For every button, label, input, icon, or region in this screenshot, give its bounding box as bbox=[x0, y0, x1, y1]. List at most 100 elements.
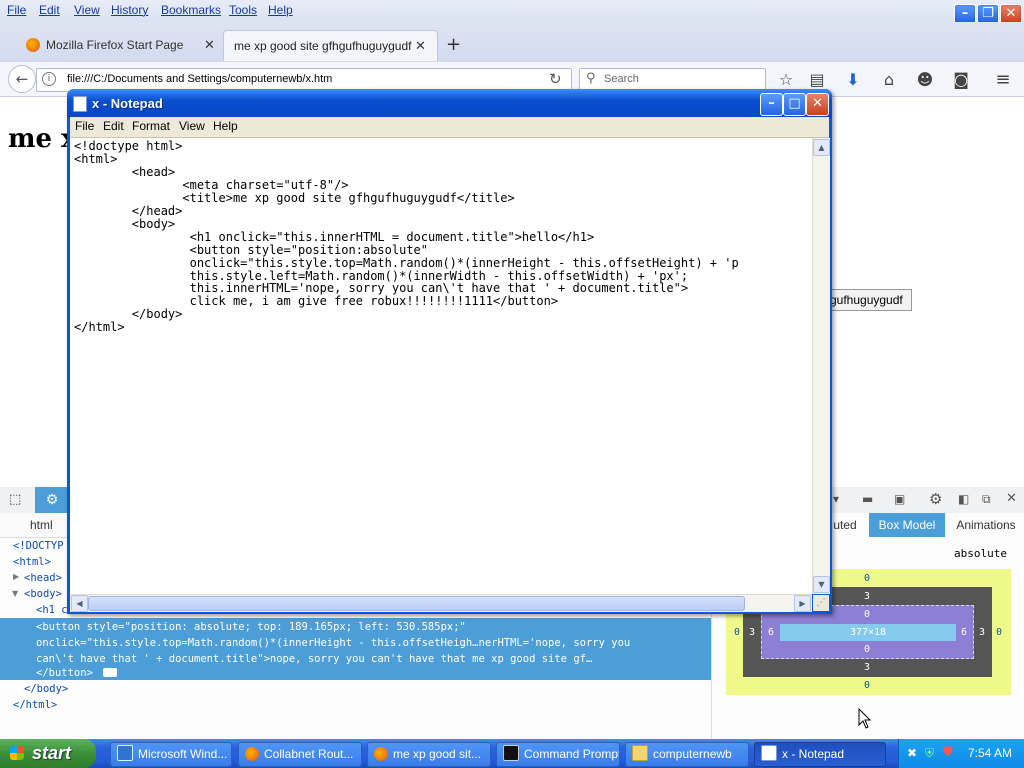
tab-start-page[interactable]: Mozilla Firefox Start Page ✕ bbox=[16, 30, 221, 60]
hamburger-menu-icon[interactable]: ≡ bbox=[992, 69, 1014, 91]
reload-icon[interactable]: ↻ bbox=[549, 70, 562, 88]
close-icon[interactable]: ✕ bbox=[204, 37, 215, 53]
markup-line: onclick="this.style.top=Math.random()*(i… bbox=[36, 637, 631, 649]
menu-help[interactable]: Help bbox=[268, 3, 293, 17]
tab-label: me xp good site gfhgufhuguygudf bbox=[234, 39, 412, 53]
markup-line[interactable]: </html> bbox=[13, 699, 57, 711]
menu-history[interactable]: History bbox=[111, 3, 148, 17]
horizontal-scroll-thumb[interactable] bbox=[88, 596, 745, 611]
resize-grip-icon[interactable]: ⋰ bbox=[813, 595, 829, 611]
margin-right-value: 0 bbox=[995, 627, 1003, 638]
taskbar-item[interactable]: Collabnet Rout... bbox=[238, 742, 362, 767]
border-right-value: 3 bbox=[978, 627, 986, 638]
expand-arrow-icon[interactable]: ▼ bbox=[12, 589, 18, 598]
markup-line[interactable]: <head> bbox=[24, 572, 62, 584]
network-icon[interactable]: ✖ bbox=[907, 746, 917, 760]
notepad-maximize-button[interactable]: □ bbox=[783, 93, 806, 116]
reading-list-icon[interactable]: ▤ bbox=[806, 69, 828, 91]
collapse-arrow-icon[interactable]: ▶ bbox=[13, 572, 19, 581]
menu-file[interactable]: File bbox=[7, 3, 26, 17]
taskbar-item-label: Collabnet Rout... bbox=[264, 747, 354, 761]
pick-element-icon[interactable]: ⬚ bbox=[9, 492, 21, 507]
taskbar-item-active[interactable]: x - Notepad bbox=[754, 742, 886, 767]
taskbar-item[interactable]: Microsoft Wind... bbox=[110, 742, 232, 767]
menu-tools[interactable]: Tools bbox=[229, 3, 257, 17]
back-arrow-icon[interactable]: ← bbox=[8, 65, 36, 93]
new-tab-plus-icon[interactable]: + bbox=[446, 34, 461, 55]
security-icon[interactable]: ⛨ bbox=[925, 746, 934, 761]
start-button[interactable]: start bbox=[0, 739, 96, 768]
search-placeholder: Search bbox=[604, 73, 639, 85]
notepad-menu-format[interactable]: Format bbox=[132, 119, 170, 133]
home-icon[interactable]: ⌂ bbox=[878, 69, 900, 91]
windows-logo-icon bbox=[10, 746, 24, 760]
border-left-value: 3 bbox=[748, 627, 756, 638]
tab-animations[interactable]: Animations bbox=[948, 513, 1024, 537]
position-value: absolute bbox=[954, 547, 1007, 560]
url-text: file:///C:/Documents and Settings/comput… bbox=[67, 73, 333, 85]
scroll-up-icon[interactable]: ▲ bbox=[813, 139, 830, 156]
markup-line[interactable]: <body> bbox=[24, 588, 62, 600]
firefox-logo-icon bbox=[374, 747, 388, 761]
pocket-icon[interactable]: ◙ bbox=[950, 69, 972, 91]
notepad-vertical-scrollbar[interactable]: ▲ ▼ bbox=[812, 138, 830, 594]
dock-side-icon[interactable]: ◧ bbox=[958, 492, 969, 506]
tab-label: Mozilla Firefox Start Page bbox=[46, 38, 184, 52]
info-icon[interactable]: i bbox=[42, 72, 56, 86]
taskbar-item-label: Command Prompt bbox=[524, 747, 620, 761]
mouse-cursor-icon bbox=[858, 708, 872, 729]
shield-icon[interactable]: ⛊ bbox=[943, 745, 953, 760]
settings-gear-icon[interactable]: ⚙ bbox=[929, 490, 942, 508]
split-console-icon[interactable]: ▬ bbox=[862, 492, 873, 506]
menu-edit[interactable]: Edit bbox=[39, 3, 60, 17]
scroll-right-icon[interactable]: ▶ bbox=[794, 595, 811, 612]
dock-icon[interactable]: ▾ bbox=[833, 492, 839, 506]
firefox-minimize-button[interactable]: – bbox=[954, 4, 976, 24]
scroll-down-icon[interactable]: ▼ bbox=[813, 576, 830, 593]
markup-line[interactable]: </body> bbox=[24, 683, 68, 695]
taskbar-item[interactable]: computernewb bbox=[625, 742, 749, 767]
firefox-tabbar: Mozilla Firefox Start Page ✕ me xp good … bbox=[0, 22, 1024, 62]
notepad-titlebar[interactable] bbox=[67, 89, 832, 118]
notepad-menu-edit[interactable]: Edit bbox=[103, 119, 124, 133]
breadcrumb-html[interactable]: html bbox=[30, 518, 53, 532]
free-robux-button[interactable]: gufhuguygudf bbox=[830, 289, 912, 311]
notepad-close-button[interactable]: ✕ bbox=[806, 93, 829, 116]
close-icon[interactable]: ✕ bbox=[1006, 491, 1017, 506]
screenshot-icon[interactable]: ▣ bbox=[894, 492, 905, 506]
event-badge-icon[interactable] bbox=[103, 668, 117, 677]
separate-window-icon[interactable]: ⧉ bbox=[982, 492, 991, 507]
notepad-horizontal-scrollbar[interactable]: ◀ ▶ bbox=[70, 594, 812, 612]
taskbar-clock[interactable]: 7:54 AM bbox=[968, 746, 1012, 760]
tab-box-model[interactable]: Box Model bbox=[869, 513, 945, 537]
firefox-menubar: File Edit View History Bookmarks Tools H… bbox=[0, 0, 1024, 24]
markup-line[interactable]: <html> bbox=[13, 556, 51, 568]
close-icon[interactable]: ✕ bbox=[415, 38, 426, 54]
selected-markup-node[interactable]: <button style="position: absolute; top: … bbox=[0, 618, 711, 680]
taskbar-item[interactable]: me xp good sit... bbox=[367, 742, 491, 767]
markup-line[interactable]: <!DOCTYP bbox=[13, 540, 64, 552]
padding-bottom-value: 0 bbox=[863, 644, 871, 655]
notepad-app-icon bbox=[73, 96, 87, 112]
firefox-maximize-button[interactable]: ❐ bbox=[977, 4, 999, 24]
bookmark-star-icon[interactable]: ☆ bbox=[775, 69, 797, 91]
scroll-left-icon[interactable]: ◀ bbox=[71, 595, 88, 612]
command-prompt-icon bbox=[503, 745, 519, 761]
padding-right-value: 6 bbox=[960, 627, 968, 638]
notepad-menu-help[interactable]: Help bbox=[213, 119, 238, 133]
notepad-code-text[interactable]: <!doctype html> <html> <head> <meta char… bbox=[74, 140, 810, 334]
download-arrow-icon[interactable]: ⬇ bbox=[842, 69, 864, 91]
notepad-menu-view[interactable]: View bbox=[179, 119, 205, 133]
menu-bookmarks[interactable]: Bookmarks bbox=[161, 3, 221, 17]
taskbar-item[interactable]: Command Prompt bbox=[496, 742, 620, 767]
inspector-tab-icon[interactable]: ⚙ bbox=[35, 487, 69, 513]
smiley-icon[interactable]: ☻ bbox=[914, 69, 936, 91]
notepad-minimize-button[interactable]: – bbox=[760, 93, 783, 116]
margin-bottom-value: 0 bbox=[863, 680, 871, 691]
menu-view[interactable]: View bbox=[74, 3, 100, 17]
markup-line: <button style="position: absolute; top: … bbox=[36, 621, 466, 633]
firefox-close-button[interactable]: ✕ bbox=[1000, 4, 1022, 24]
markup-line[interactable]: <h1 c bbox=[36, 604, 68, 616]
notepad-menu-file[interactable]: File bbox=[75, 119, 94, 133]
tab-active-page[interactable]: me xp good site gfhgufhuguygudf ✕ bbox=[223, 30, 438, 61]
